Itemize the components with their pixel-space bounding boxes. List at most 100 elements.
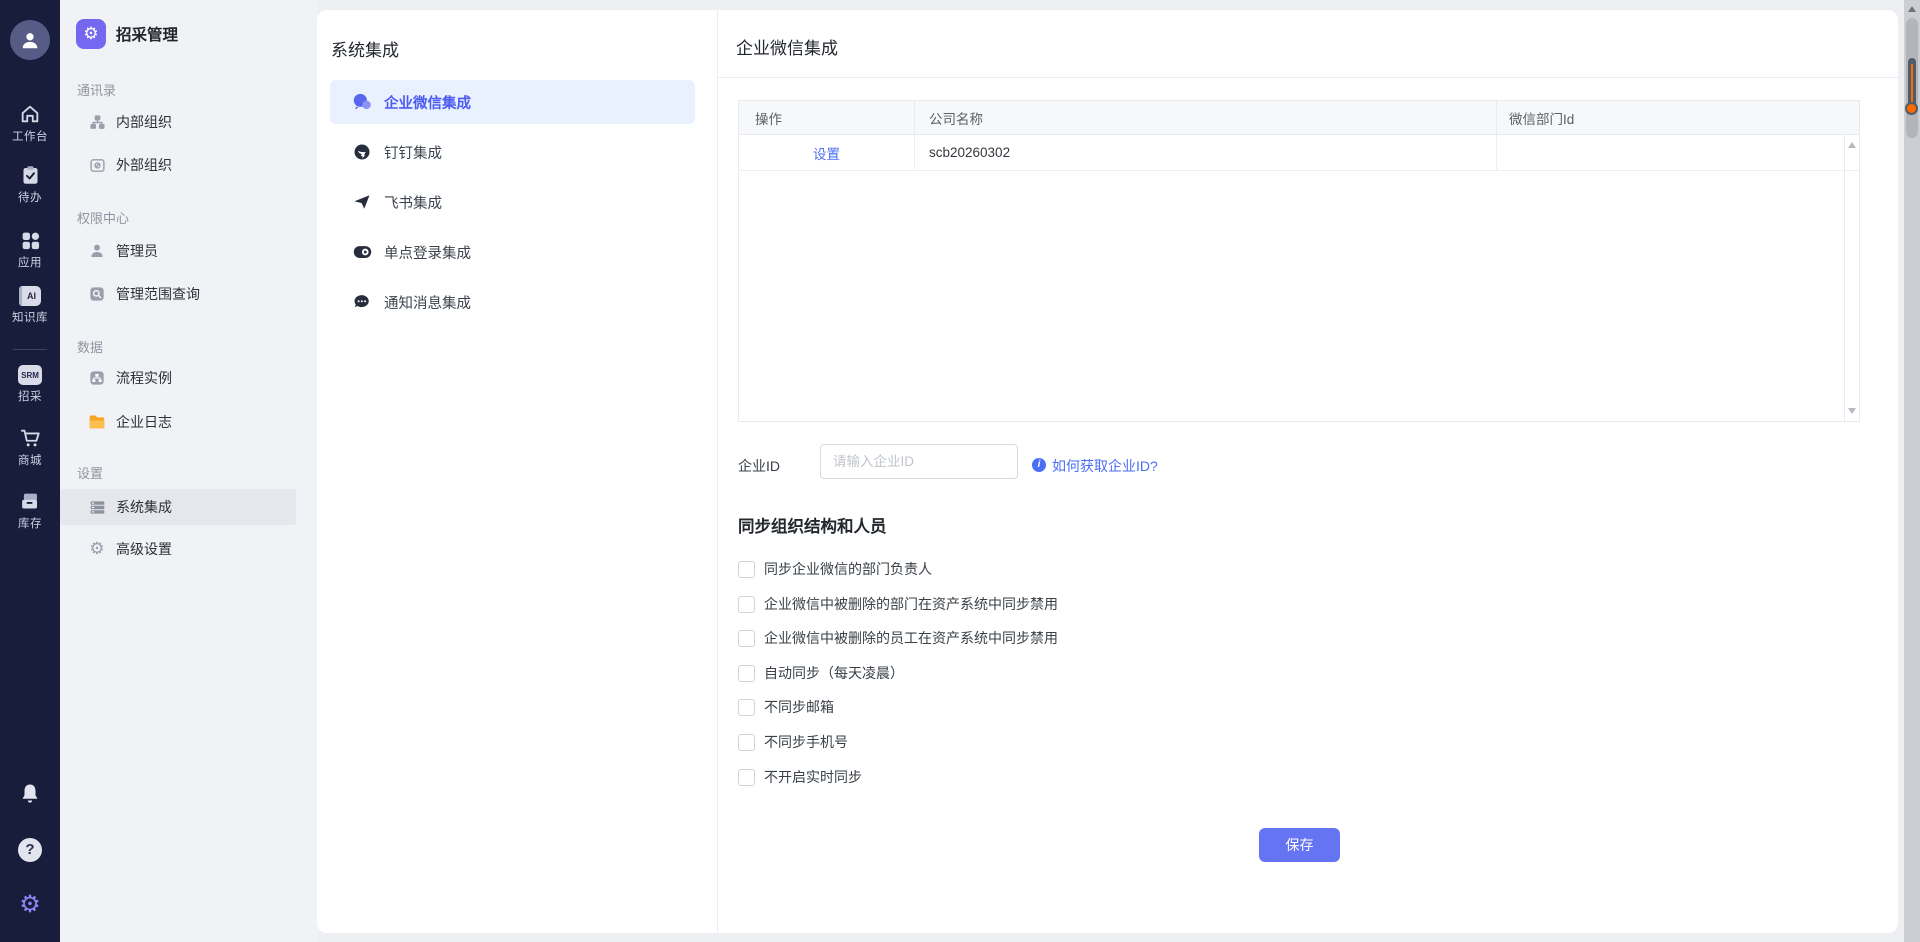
rail-item-workbench[interactable]: 工作台 xyxy=(0,103,60,144)
checkbox-icon[interactable] xyxy=(738,664,755,682)
rail-item-label: 待办 xyxy=(18,192,42,204)
home-icon xyxy=(21,105,39,123)
module-sidebar: 招采管理 通讯录 内部组织 外部组织 权限中心 管理员 管理范围查询 数据 流程… xyxy=(60,0,318,942)
apps-grid-icon xyxy=(22,232,39,250)
checkbox-no-sync-email[interactable]: 不同步邮箱 xyxy=(738,697,834,717)
nav-item-wecom[interactable]: 企业微信集成 xyxy=(330,80,695,124)
rail-item-srm[interactable]: SRM 招采 xyxy=(0,365,60,404)
srm-badge-icon: SRM xyxy=(18,365,42,385)
table-scrollbar[interactable] xyxy=(1844,135,1859,421)
rail-item-label: 商城 xyxy=(18,455,42,467)
sidebar-item-internal-org[interactable]: 内部组织 xyxy=(60,104,318,140)
sidebar-item-enterprise-log[interactable]: 企业日志 xyxy=(60,404,318,440)
main-panel: 企业微信集成 操作 公司名称 微信部门Id 设置 scb20260302 企业I… xyxy=(718,10,1898,933)
wecom-icon xyxy=(352,92,372,112)
checkbox-no-sync-phone[interactable]: 不同步手机号 xyxy=(738,732,848,752)
nav-item-sso[interactable]: 单点登录集成 xyxy=(330,230,695,274)
notifications-bell-button[interactable] xyxy=(0,782,60,811)
sidebar-item-label: 高级设置 xyxy=(116,541,172,557)
checkbox-no-realtime-sync[interactable]: 不开启实时同步 xyxy=(738,767,862,787)
checkbox-icon[interactable] xyxy=(738,560,755,578)
sidebar-item-label: 系统集成 xyxy=(116,499,172,515)
checkbox-label: 不同步手机号 xyxy=(764,734,848,750)
checkbox-icon[interactable] xyxy=(738,698,755,716)
chat-bubble-icon xyxy=(352,292,372,312)
nav-item-notification[interactable]: 通知消息集成 xyxy=(330,280,695,324)
integration-table: 操作 公司名称 微信部门Id 设置 scb20260302 xyxy=(738,100,1860,422)
page-scrollbar[interactable] xyxy=(1904,0,1920,942)
checkbox-label: 同步企业微信的部门负责人 xyxy=(764,561,932,577)
nav-item-feishu[interactable]: 飞书集成 xyxy=(330,180,695,224)
column-header-action: 操作 xyxy=(739,101,915,134)
user-avatar[interactable] xyxy=(10,20,50,60)
scroll-up-arrow-icon[interactable] xyxy=(1848,142,1856,148)
bell-icon xyxy=(22,784,38,803)
scroll-down-arrow-icon[interactable] xyxy=(1848,408,1856,414)
nav-item-label: 飞书集成 xyxy=(384,195,442,212)
sidebar-item-external-org[interactable]: 外部组织 xyxy=(60,147,318,183)
app-title: 招采管理 xyxy=(116,27,179,44)
row-company-name: scb20260302 xyxy=(915,135,1497,170)
checkbox-auto-sync[interactable]: 自动同步（每天凌晨） xyxy=(738,663,904,683)
checkbox-icon[interactable] xyxy=(738,629,755,647)
question-icon: ? xyxy=(18,838,42,862)
sidebar-item-label: 内部组织 xyxy=(116,114,172,130)
admin-person-icon xyxy=(88,242,106,260)
checkbox-sync-dept-leader[interactable]: 同步企业微信的部门负责人 xyxy=(738,559,932,579)
rail-divider xyxy=(13,349,47,350)
sidebar-item-admin[interactable]: 管理员 xyxy=(60,233,318,269)
info-icon: i xyxy=(1032,458,1046,472)
corp-id-input[interactable] xyxy=(820,444,1018,479)
checkbox-label: 企业微信中被删除的部门在资产系统中同步禁用 xyxy=(764,596,1058,612)
sidebar-item-advanced-settings[interactable]: 高级设置 xyxy=(60,531,318,567)
checkbox-disable-deleted-dept[interactable]: 企业微信中被删除的部门在资产系统中同步禁用 xyxy=(738,594,1058,614)
ai-knowledge-icon: AI xyxy=(19,286,41,306)
section-label-settings: 设置 xyxy=(77,466,104,481)
checkbox-icon[interactable] xyxy=(738,733,755,751)
how-to-get-corp-id-link[interactable]: 如何获取企业ID? xyxy=(1052,456,1158,476)
rail-item-inventory[interactable]: 库存 xyxy=(0,491,60,531)
folder-icon xyxy=(88,413,106,431)
rail-item-apps[interactable]: 应用 xyxy=(0,230,60,270)
server-stack-icon xyxy=(88,498,106,516)
checkbox-icon[interactable] xyxy=(738,768,755,786)
rail-item-label: 工作台 xyxy=(12,131,48,143)
corp-id-label: 企业ID xyxy=(738,458,780,474)
rail-item-todo[interactable]: 待办 xyxy=(0,164,60,205)
nav-item-label: 钉钉集成 xyxy=(384,145,442,162)
dingtalk-icon xyxy=(352,142,372,162)
nav-item-dingtalk[interactable]: 钉钉集成 xyxy=(330,130,695,174)
checkbox-label: 企业微信中被删除的员工在资产系统中同步禁用 xyxy=(764,630,1058,646)
rail-item-knowledge[interactable]: AI 知识库 xyxy=(0,286,60,325)
checkbox-disable-deleted-employee[interactable]: 企业微信中被删除的员工在资产系统中同步禁用 xyxy=(738,628,1058,648)
scrollbar-up-arrow-icon[interactable] xyxy=(1907,6,1916,12)
sidebar-item-scope-query[interactable]: 管理范围查询 xyxy=(60,276,318,312)
content-card: 系统集成 企业微信集成 钉钉集成 飞书集成 单点登录集成 通知消息集成 企业微信… xyxy=(317,10,1898,933)
sidebar-item-label: 外部组织 xyxy=(116,157,172,173)
rail-settings-button[interactable] xyxy=(0,890,60,918)
row-settings-link[interactable]: 设置 xyxy=(813,143,840,163)
thermometer-indicator-icon xyxy=(1905,58,1918,120)
rail-item-label: 应用 xyxy=(18,257,42,269)
app-header: 招采管理 xyxy=(76,19,178,49)
rail-item-mall[interactable]: 商城 xyxy=(0,427,60,468)
sidebar-item-label: 管理员 xyxy=(116,243,158,259)
app-rail: 工作台 待办 应用 AI 知识库 SRM 招采 商城 库存 ? xyxy=(0,0,60,942)
title-divider xyxy=(718,77,1898,78)
column-header-wechat-dept-id: 微信部门Id xyxy=(1509,111,1575,127)
rail-item-label: 知识库 xyxy=(12,312,48,324)
section-label-contacts: 通讯录 xyxy=(77,83,117,98)
row-wechat-dept-id xyxy=(1497,135,1844,170)
save-button[interactable]: 保存 xyxy=(1259,828,1340,862)
rail-item-label: 库存 xyxy=(18,518,42,530)
org-tree-icon xyxy=(88,113,106,131)
gear-icon xyxy=(88,540,106,558)
checkbox-icon[interactable] xyxy=(738,595,755,613)
help-button[interactable]: ? xyxy=(0,838,60,862)
sidebar-item-flow-instance[interactable]: 流程实例 xyxy=(60,360,318,396)
integration-nav-title: 系统集成 xyxy=(331,41,399,60)
person-icon xyxy=(22,33,38,49)
table-header-row: 操作 公司名称 微信部门Id xyxy=(739,101,1859,135)
sidebar-item-system-integration[interactable]: 系统集成 xyxy=(60,489,296,525)
paper-plane-icon xyxy=(352,192,372,212)
